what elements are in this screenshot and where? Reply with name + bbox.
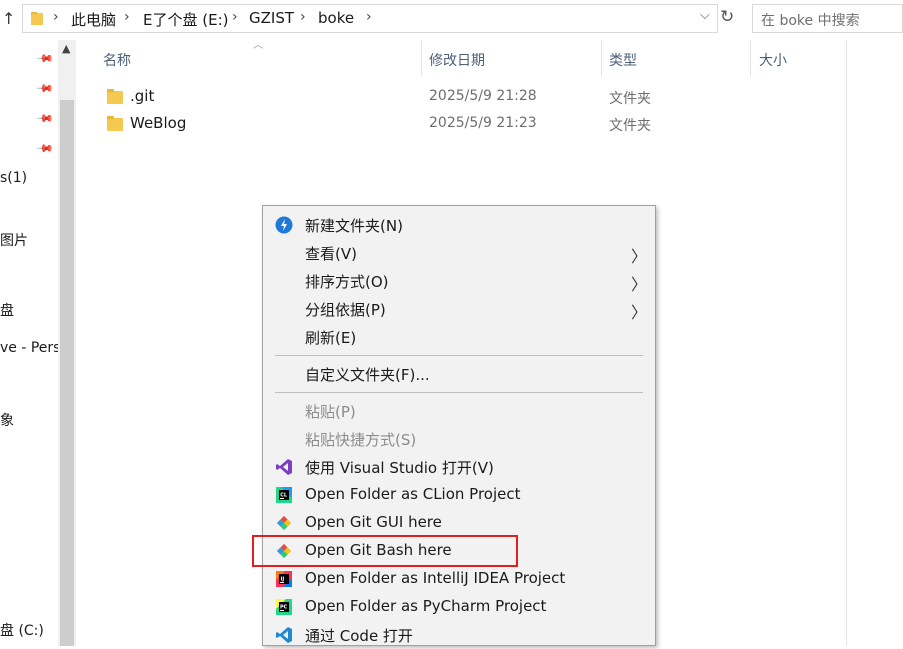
menu-item-group-by[interactable]: 分组依据(P) 〉	[263, 295, 655, 323]
menu-item-open-intellij[interactable]: IJ Open Folder as IntelliJ IDEA Project	[263, 565, 655, 593]
address-bar-region: ↑ › 此电脑 › E了个盘 (E:) › GZIST › boke › ⌵ ↻…	[0, 0, 903, 38]
nav-item[interactable]: ve - Pers	[0, 340, 60, 356]
menu-item-customize-folder[interactable]: 自定义文件夹(F)...	[263, 360, 655, 388]
breadcrumb-drive-e[interactable]: E了个盘 (E:)	[143, 9, 228, 30]
menu-item-sort-by[interactable]: 排序方式(O) 〉	[263, 267, 655, 295]
breadcrumb-this-pc[interactable]: 此电脑	[71, 9, 116, 30]
breadcrumb-separator-icon[interactable]: ›	[53, 9, 59, 25]
menu-item-label: Open Folder as PyCharm Project	[305, 597, 547, 615]
scroll-up-arrow-icon[interactable]: ▲	[62, 42, 70, 55]
chevron-right-icon: 〉	[631, 275, 648, 294]
column-divider[interactable]	[601, 40, 602, 76]
context-menu: 新建文件夹(N) 查看(V) 〉 排序方式(O) 〉 分组依据(P) 〉 刷新(…	[262, 205, 656, 646]
pin-icon: 📌	[35, 139, 55, 158]
menu-item-refresh[interactable]: 刷新(E)	[263, 323, 655, 351]
refresh-icon[interactable]: ↻	[720, 7, 734, 27]
column-divider[interactable]	[421, 40, 422, 76]
nav-item[interactable]: 盘	[0, 300, 14, 320]
column-header-type[interactable]: 类型	[609, 50, 637, 70]
folder-icon	[30, 10, 46, 25]
chevron-right-icon: 〉	[631, 303, 648, 322]
column-header-modified[interactable]: 修改日期	[429, 50, 485, 70]
nav-scrollbar-thumb[interactable]	[60, 100, 74, 646]
up-arrow-icon[interactable]: ↑	[2, 9, 18, 29]
file-type: 文件夹	[609, 118, 651, 134]
menu-item-label: 查看(V)	[305, 245, 357, 263]
highlight-box	[252, 535, 518, 567]
nav-item[interactable]: s(1)	[0, 170, 27, 186]
column-header-size[interactable]: 大小	[759, 50, 787, 70]
menu-item-label: 粘贴快捷方式(S)	[305, 431, 417, 449]
menu-separator	[275, 355, 643, 356]
menu-item-label: 分组依据(P)	[305, 301, 386, 319]
git-icon	[275, 514, 293, 532]
menu-item-paste-shortcut[interactable]: 粘贴快捷方式(S)	[263, 425, 655, 453]
menu-separator	[275, 392, 643, 393]
breadcrumb-gzist[interactable]: GZIST	[249, 9, 294, 27]
menu-item-open-vscode[interactable]: 通过 Code 打开	[263, 621, 655, 649]
menu-item-label: Open Folder as IntelliJ IDEA Project	[305, 569, 566, 587]
file-modified: 2025/5/9 21:28	[429, 88, 537, 104]
pin-icon: 📌	[35, 109, 55, 128]
menu-item-open-git-gui[interactable]: Open Git GUI here	[263, 509, 655, 537]
menu-item-open-pycharm[interactable]: PC Open Folder as PyCharm Project	[263, 593, 655, 621]
file-name[interactable]: .git	[130, 87, 154, 105]
menu-item-label: 刷新(E)	[305, 329, 357, 347]
breadcrumb-separator-icon[interactable]: ›	[300, 9, 306, 25]
nav-item[interactable]: 盘 (C:)	[0, 620, 44, 640]
breadcrumb-separator-icon[interactable]: ›	[124, 9, 130, 25]
menu-item-label: Open Folder as CLion Project	[305, 485, 521, 503]
svg-text:IJ: IJ	[281, 577, 285, 583]
intellij-icon: IJ	[275, 570, 293, 588]
nav-item[interactable]: 象	[0, 410, 14, 430]
breadcrumb-boke[interactable]: boke	[318, 9, 354, 27]
menu-item-open-visual-studio[interactable]: 使用 Visual Studio 打开(V)	[263, 453, 655, 481]
menu-item-paste[interactable]: 粘贴(P)	[263, 397, 655, 425]
menu-item-label: 粘贴(P)	[305, 403, 356, 421]
new-folder-icon	[275, 216, 293, 234]
breadcrumb-separator-icon[interactable]: ›	[366, 9, 372, 25]
svg-text:CL: CL	[280, 493, 288, 499]
visual-studio-icon	[275, 458, 293, 476]
file-type: 文件夹	[609, 91, 651, 107]
menu-item-label: 通过 Code 打开	[305, 627, 413, 645]
pin-icon: 📌	[35, 79, 55, 98]
menu-item-label: Open Git GUI here	[305, 513, 442, 531]
file-name[interactable]: WeBlog	[130, 114, 186, 132]
folder-icon	[107, 89, 123, 104]
pycharm-icon: PC	[275, 598, 293, 616]
clion-icon: CL	[275, 486, 293, 504]
pin-icon: 📌	[35, 49, 55, 68]
menu-item-new-folder[interactable]: 新建文件夹(N)	[263, 211, 655, 239]
menu-item-label: 自定义文件夹(F)...	[305, 366, 430, 384]
file-modified: 2025/5/9 21:23	[429, 115, 537, 131]
breadcrumb-separator-icon[interactable]: ›	[232, 9, 238, 25]
chevron-down-icon[interactable]: ⌵	[700, 8, 710, 23]
menu-item-label: 使用 Visual Studio 打开(V)	[305, 459, 494, 477]
vscode-icon	[275, 626, 293, 644]
svg-text:PC: PC	[280, 605, 288, 611]
search-placeholder: 在 boke 中搜索	[761, 13, 860, 29]
sort-ascending-icon: ︿	[253, 40, 263, 51]
menu-item-label: 新建文件夹(N)	[305, 217, 403, 235]
menu-item-view[interactable]: 查看(V) 〉	[263, 239, 655, 267]
menu-item-open-clion[interactable]: CL Open Folder as CLion Project	[263, 481, 655, 509]
folder-icon	[107, 116, 123, 131]
chevron-right-icon: 〉	[631, 247, 648, 266]
nav-item[interactable]: 图片	[0, 230, 28, 250]
column-header-name[interactable]: 名称	[103, 50, 131, 70]
menu-item-label: 排序方式(O)	[305, 273, 389, 291]
column-divider[interactable]	[750, 40, 751, 76]
column-divider	[846, 40, 847, 646]
